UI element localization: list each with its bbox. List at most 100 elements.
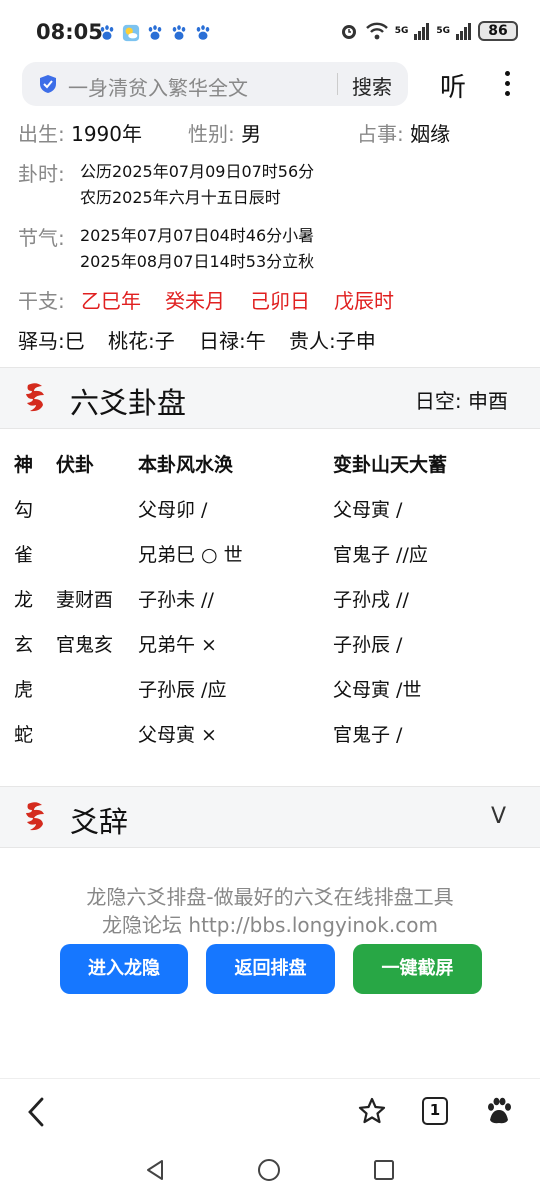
alarm-icon [341,25,356,39]
cell-biangua: 子孙戌 // [333,589,409,611]
ganzhi-day: 己卯日 [250,289,310,313]
extra-guiren: 贵人:子申 [289,329,376,353]
status-app-icons [98,24,212,42]
extra-taohua: 桃花:子 [108,329,175,353]
birth-row: 出生: 1990年 [18,118,142,147]
wifi-icon [365,22,388,40]
table-row: 玄 官鬼亥 兄弟午 × 子孙辰 / [14,630,534,660]
day-kong-value: 申酉 [468,389,508,413]
cell-fugua: 官鬼亥 [56,634,114,656]
table-row: 勾 父母卯 / 父母寅 / [14,495,534,525]
day-kong-label: 日空: [414,389,462,413]
solar-term-1: 2025年07月07日04时46分小暑 [80,226,315,245]
baidu-paw-icon [196,25,210,40]
solar-label-wrap: 节气: [18,222,65,251]
back-arrow-icon[interactable] [26,1096,48,1128]
lunar-time: 农历2025年六月十五日辰时 [80,188,281,207]
ganzhi-label: 干支: [18,289,65,313]
gua-table-header: 神 伏卦 本卦风水涣 变卦山天大蓄 [14,450,534,480]
cell-shen: 蛇 [14,724,34,746]
baidu-paw-icon [100,25,114,40]
ganzhi-hour: 戊辰时 [334,289,394,313]
weather-icon [122,24,140,42]
cell-shen: 龙 [14,589,34,611]
cell-bengua: 父母卯 / [138,499,208,521]
gender-label: 性别: [188,122,235,146]
cell-biangua: 官鬼子 //应 [333,544,428,566]
extra-yima: 驿马:巳 [18,329,85,353]
table-row: 雀 兄弟巳 ○ 世 官鬼子 //应 [14,540,534,570]
network-type-2: 5G [436,25,450,36]
baidu-paw-icon [172,25,186,40]
battery-indicator: 86 [478,21,518,41]
cell-bengua: 兄弟巳 ○ 世 [138,544,243,566]
footer-slogan: 龙隐六爻排盘-做最好的六爻在线排盘工具 [86,885,454,909]
ganzhi-month: 癸未月 [165,289,225,313]
signal-icon [456,23,471,40]
browser-bottom-nav: 1 [0,1078,540,1142]
extra-rilu: 日禄:午 [199,329,266,353]
yaoci-section-header[interactable]: 爻辞 V [0,786,540,848]
cell-shen: 虎 [14,679,34,701]
matter-row: 占事: 姻缘 [357,118,450,147]
time-values: 公历2025年07月09日07时56分 农历2025年六月十五日辰时 [80,159,314,211]
listen-button[interactable]: 听 [440,67,466,104]
baidu-paw-icon[interactable] [484,1096,514,1126]
cell-bengua: 父母寅 × [138,724,217,746]
more-menu-icon[interactable] [500,68,514,102]
gender-value: 男 [241,122,262,146]
baidu-paw-icon [148,25,162,40]
footer-forum-link[interactable]: 龙隐论坛 http://bbs.longyinok.com [0,909,540,938]
ganzhi-year: 乙巳年 [81,289,141,313]
table-row: 蛇 父母寅 × 官鬼子 / [14,720,534,750]
system-back-icon[interactable] [143,1158,167,1182]
yaoci-section-title: 爻辞 [70,805,129,839]
address-divider [337,73,338,95]
cell-biangua: 子孙辰 / [333,634,403,656]
solar-values: 2025年07月07日04时46分小暑 2025年08月07日14时53分立秋 [80,223,314,275]
time-label-wrap: 卦时: [18,158,65,187]
dragon-logo-icon [26,383,44,412]
status-right: 5G 5G 86 [339,21,518,41]
address-input[interactable]: 一身清贫入繁华全文 [68,72,248,101]
birth-label: 出生: [18,122,65,146]
cell-shen: 雀 [14,544,34,566]
tabs-button[interactable]: 1 [422,1097,448,1125]
system-home-icon[interactable] [257,1158,281,1182]
day-kong: 日空: 申酉 [415,385,508,414]
table-row: 虎 子孙辰 /应 父母寅 /世 [14,675,534,705]
solar-term-label: 节气: [18,226,65,250]
birth-value: 1990年 [71,122,143,146]
col-header-biangua: 变卦山天大蓄 [333,454,448,476]
star-icon[interactable] [357,1096,387,1126]
col-header-shen: 神 [14,454,34,476]
cell-biangua: 父母寅 / [333,499,403,521]
screenshot-button[interactable]: 一键截屏 [353,944,482,994]
system-recents-icon[interactable] [373,1159,395,1181]
system-nav-bar [0,1145,540,1200]
gregorian-time: 公历2025年07月09日07时56分 [80,162,315,181]
dragon-logo-icon [26,802,44,831]
col-header-bengua: 本卦风水涣 [138,454,234,476]
address-bar[interactable]: 一身清贫入繁华全文 搜索 [22,62,408,106]
cell-biangua: 官鬼子 / [333,724,403,746]
expand-chevron-icon[interactable]: V [491,804,506,829]
status-time: 08:05 [36,20,103,44]
gua-section-header: 六爻卦盘 日空: 申酉 [0,367,540,429]
gua-section-title: 六爻卦盘 [70,386,187,420]
gender-row: 性别: 男 [188,118,261,147]
cell-shen: 玄 [14,634,34,656]
back-to-chart-button[interactable]: 返回排盘 [206,944,335,994]
col-header-fugua: 伏卦 [56,454,95,476]
solar-term-2: 2025年08月07日14时53分立秋 [80,252,315,271]
table-row: 龙 妻财酉 子孙未 // 子孙戌 // [14,585,534,615]
enter-longyin-button[interactable]: 进入龙隐 [60,944,188,994]
cell-bengua: 兄弟午 × [138,634,217,656]
search-button[interactable]: 搜索 [352,71,392,100]
cell-biangua: 父母寅 /世 [333,679,422,701]
status-bar: 08:05 5G 5G 86 [0,0,540,62]
cell-bengua: 子孙未 // [138,589,214,611]
cell-shen: 勾 [14,499,34,521]
network-type-1: 5G [394,25,409,36]
matter-value: 姻缘 [410,122,451,146]
